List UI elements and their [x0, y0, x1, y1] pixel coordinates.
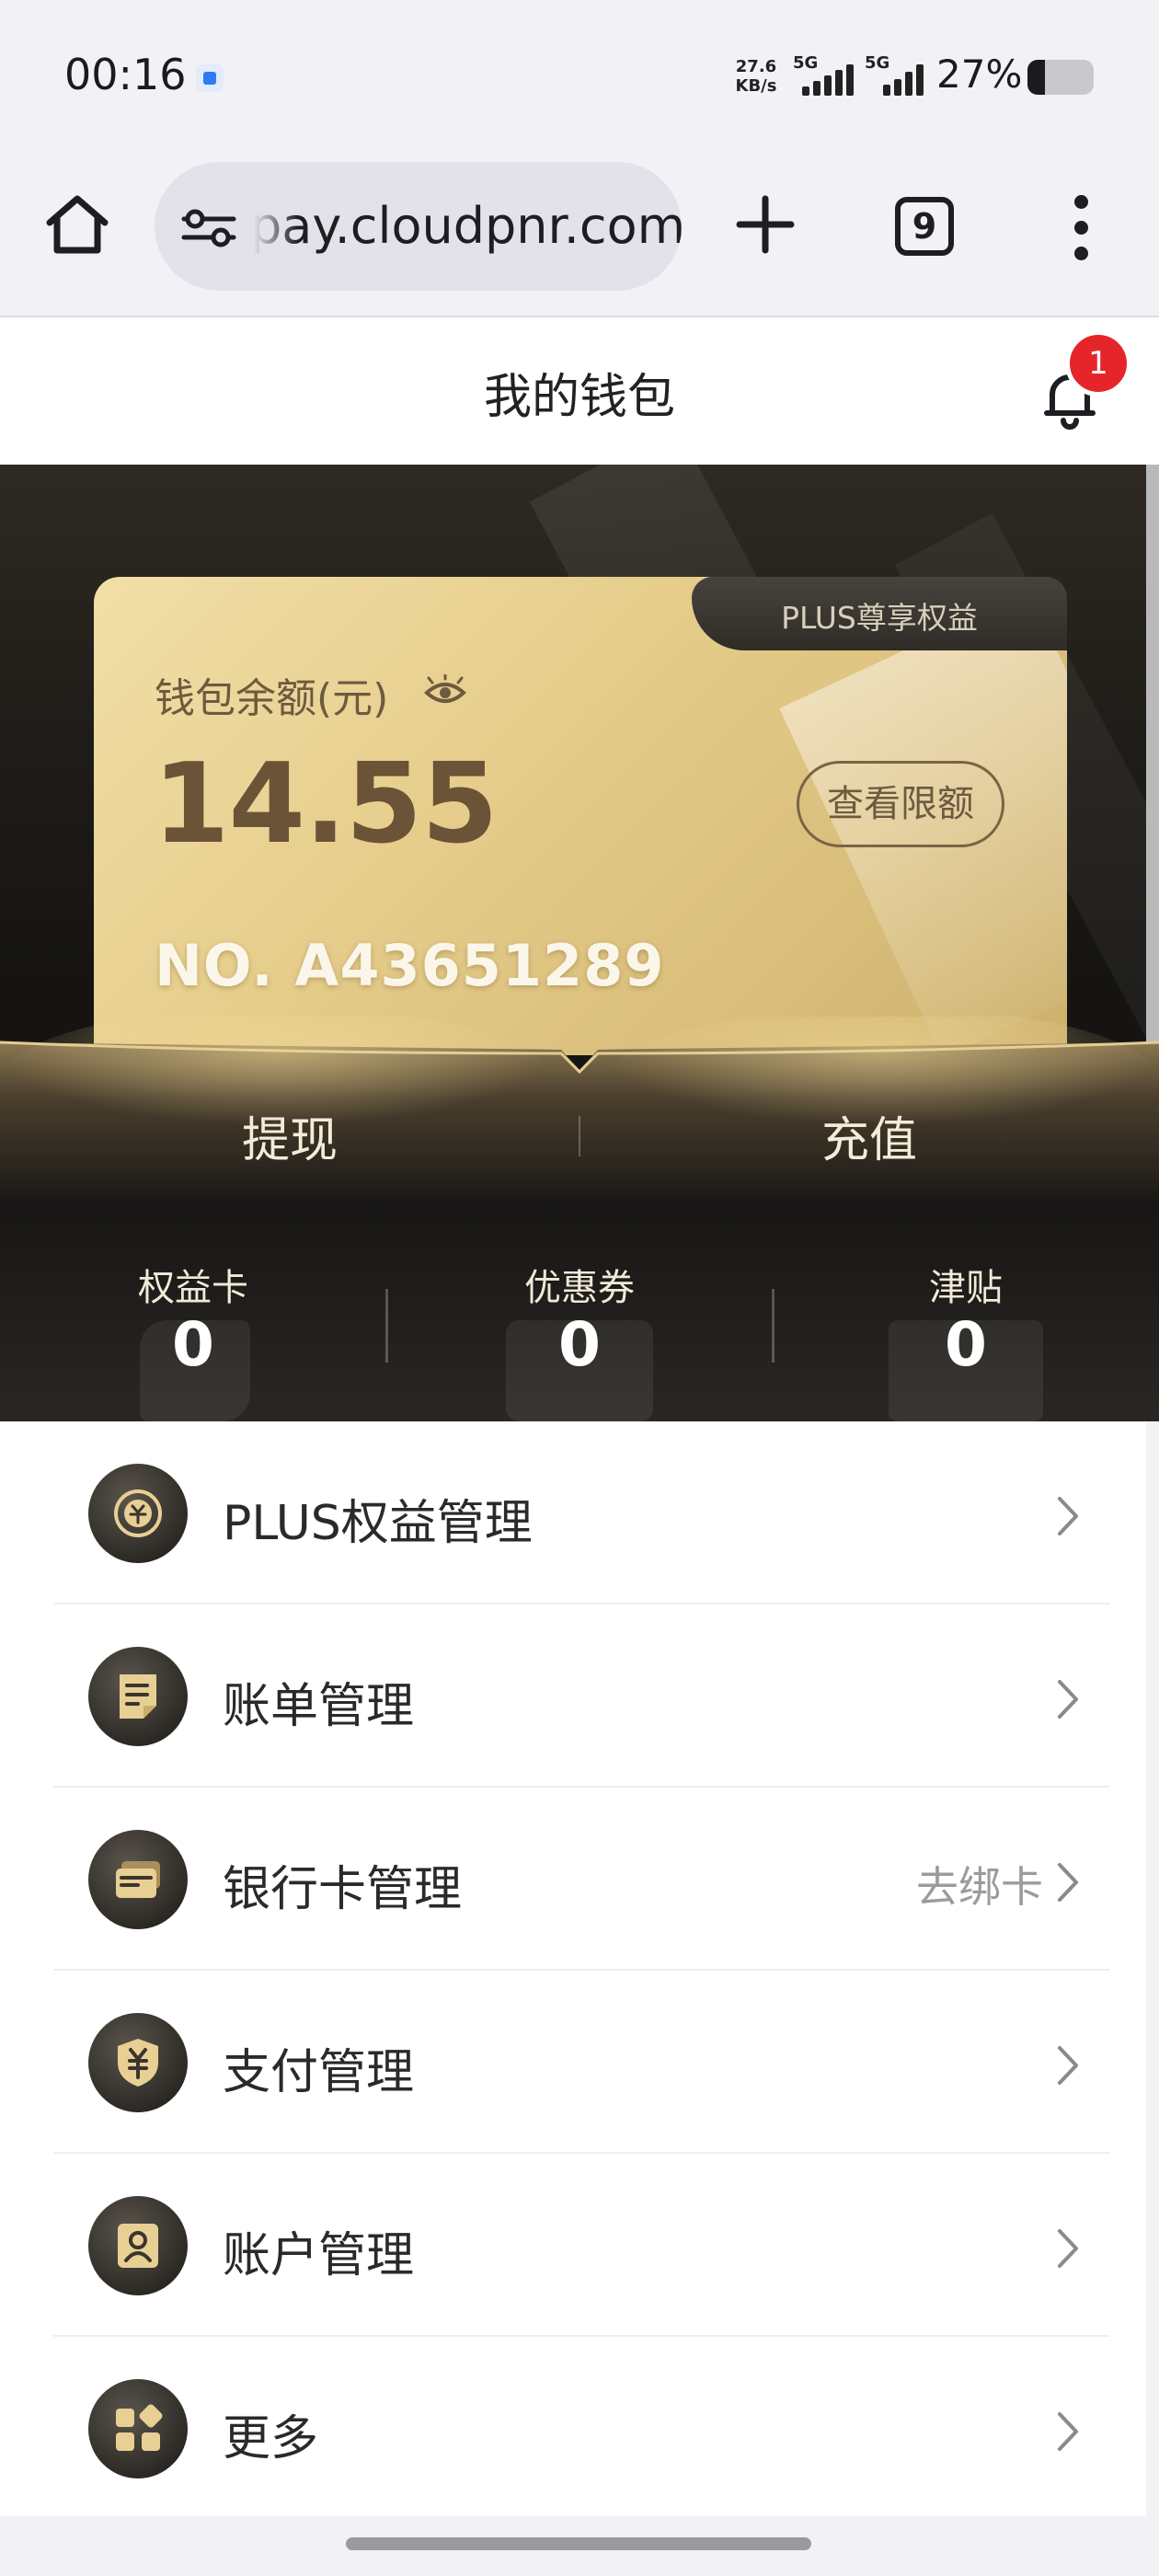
- stat-value: 0: [945, 1309, 987, 1380]
- menu-item-label: 账户管理: [223, 2228, 415, 2283]
- stat-value: 0: [172, 1309, 214, 1380]
- balance-amount: 14.55: [153, 741, 499, 868]
- chevron-right-icon: [1058, 2046, 1078, 2085]
- bind-card-link[interactable]: 去绑卡: [916, 1854, 1043, 1915]
- eye-icon[interactable]: [423, 673, 467, 709]
- menu-item-more[interactable]: 更多: [0, 2337, 1146, 2520]
- signal-sim2-icon: 5G: [865, 53, 931, 99]
- chevron-right-icon: [1058, 2412, 1078, 2451]
- view-limit-button[interactable]: 查看限额: [797, 761, 1004, 847]
- chevron-right-icon: [1058, 1497, 1078, 1535]
- balance-label: 钱包余额(元): [155, 675, 389, 722]
- browser-toolbar: pay.cloudpnr.com 9: [0, 156, 1159, 317]
- wallet-menu: PLUS权益管理 账单管理 银行卡管理 去绑卡 支付管理 账户管理 更多: [0, 1421, 1146, 2516]
- menu-item-label: PLUS权益管理: [223, 1496, 533, 1551]
- stat-benefit-cards[interactable]: 权益卡 0: [0, 1201, 386, 1421]
- chevron-right-icon: [1058, 2229, 1078, 2268]
- network-speed-value: 27.6: [735, 57, 777, 76]
- notification-badge: 1: [1065, 330, 1131, 397]
- site-settings-icon[interactable]: [180, 208, 237, 248]
- overflow-menu-icon[interactable]: [1056, 195, 1107, 260]
- more-apps-icon: [88, 2379, 188, 2478]
- new-tab-icon[interactable]: [729, 188, 802, 261]
- wallet-hero: PLUS尊享权益 钱包余额(元) 14.55 查看限额 NO. A4365128…: [0, 465, 1159, 1421]
- page-header: 我的钱包 1: [0, 317, 1159, 465]
- stat-label: 优惠券: [524, 1267, 635, 1309]
- status-time: 00:16: [64, 50, 187, 99]
- chevron-right-icon: [1058, 1863, 1078, 1902]
- tab-switcher-button[interactable]: 9: [895, 197, 954, 256]
- withdraw-button[interactable]: 提现: [0, 1101, 580, 1170]
- home-icon[interactable]: [40, 188, 114, 261]
- wallet-card-number: NO. A43651289: [155, 932, 665, 999]
- stat-allowance[interactable]: 津贴 0: [773, 1201, 1159, 1421]
- network-speed: 27.6 KB/s: [729, 57, 784, 96]
- menu-item-plus-benefits[interactable]: PLUS权益管理: [0, 1421, 1146, 1604]
- stat-label: 权益卡: [138, 1267, 248, 1309]
- payment-shield-icon: [88, 2013, 188, 2112]
- signal-sim1-icon: 5G: [793, 53, 859, 99]
- battery-percent: 27%: [936, 52, 1023, 97]
- bill-icon: [88, 1647, 188, 1746]
- sim2-label: 5G: [865, 53, 890, 73]
- menu-item-label: 银行卡管理: [223, 1862, 463, 1917]
- menu-item-bills[interactable]: 账单管理: [0, 1604, 1146, 1788]
- plus-benefit-label: PLUS尊享权益: [781, 600, 978, 636]
- menu-item-payment[interactable]: 支付管理: [0, 1971, 1146, 2154]
- address-bar[interactable]: pay.cloudpnr.com: [155, 162, 682, 291]
- battery-icon: [1027, 60, 1094, 95]
- app-notification-icon: [196, 64, 224, 92]
- sim1-label: 5G: [793, 53, 819, 73]
- menu-item-bank-cards[interactable]: 银行卡管理 去绑卡: [0, 1788, 1146, 1971]
- wallet-stats: 权益卡 0 优惠券 0 津贴 0: [0, 1201, 1159, 1421]
- url-text: pay.cloudpnr.com: [250, 197, 682, 255]
- page-title: 我的钱包: [483, 370, 675, 425]
- status-bar: 00:16 27.6 KB/s 5G 5G 27%: [0, 0, 1159, 156]
- menu-item-account[interactable]: 账户管理: [0, 2154, 1146, 2337]
- menu-item-label: 账单管理: [223, 1679, 415, 1734]
- stat-coupons[interactable]: 优惠券 0: [386, 1201, 773, 1421]
- gesture-navigation-bar[interactable]: [346, 2537, 811, 2550]
- stat-label: 津贴: [929, 1267, 1003, 1309]
- menu-item-label: 支付管理: [223, 2045, 415, 2100]
- plus-benefit-tab[interactable]: PLUS尊享权益: [692, 577, 1067, 650]
- plus-benefit-icon: [88, 1464, 188, 1563]
- bank-card-icon: [88, 1830, 188, 1929]
- stat-value: 0: [558, 1309, 601, 1380]
- menu-item-label: 更多: [223, 2411, 319, 2467]
- network-speed-unit: KB/s: [735, 76, 777, 96]
- chevron-right-icon: [1058, 1680, 1078, 1719]
- account-icon: [88, 2196, 188, 2295]
- recharge-button[interactable]: 充值: [580, 1101, 1159, 1170]
